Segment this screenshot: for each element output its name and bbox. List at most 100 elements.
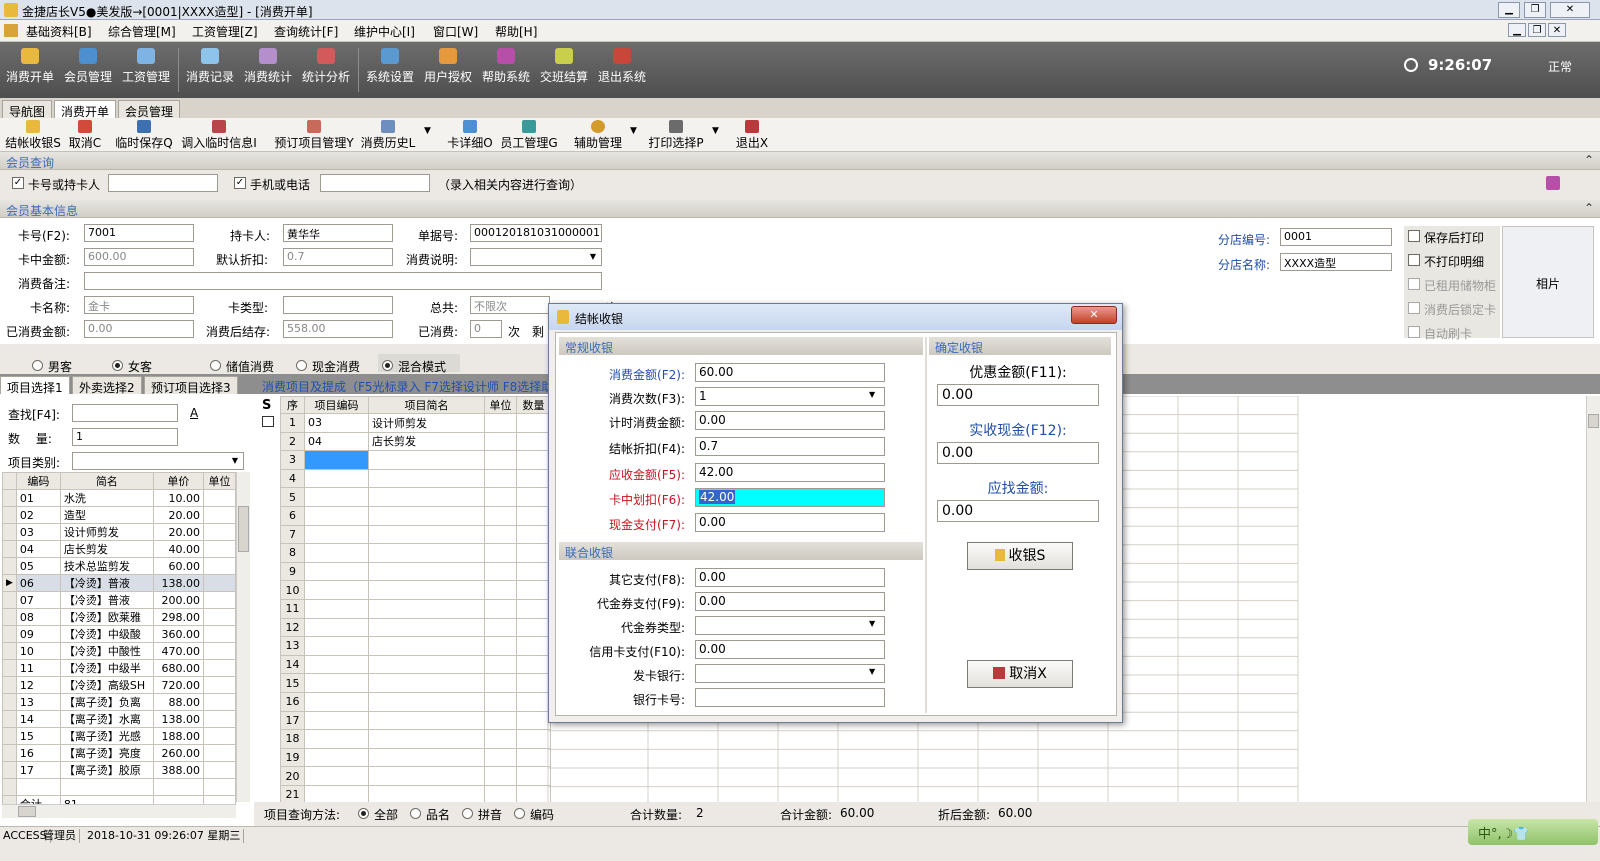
table-row[interactable]: 03 设计师剪发 20.00 (2, 523, 237, 541)
right-scrollbar[interactable] (1586, 396, 1600, 802)
cell-code[interactable] (304, 710, 369, 731)
table-row[interactable]: 16 【离子烫】亮度 260.00 (2, 744, 237, 762)
grid-col-header[interactable]: 项目简名 (368, 396, 485, 414)
child-close-button[interactable]: ✕ (1548, 23, 1566, 37)
menu-maintenance[interactable]: 维护中心[I] (354, 23, 415, 40)
grid-col-header[interactable]: 序 (280, 396, 305, 414)
restore-button[interactable]: ❐ (1524, 2, 1546, 18)
cell-code[interactable] (304, 487, 369, 507)
table-row[interactable]: 08 【冷烫】欧莱雅 298.00 (2, 608, 237, 626)
card-detail-button[interactable]: 卡详细O (446, 120, 494, 150)
staff-button[interactable]: 员工管理G (500, 120, 558, 150)
print-dropdown-icon[interactable]: ▼ (712, 126, 719, 136)
assist-button[interactable]: 辅助管理 (572, 120, 624, 150)
cell-code[interactable] (304, 561, 369, 582)
cell-code[interactable] (304, 654, 369, 675)
f2-input[interactable]: 60.00 (695, 363, 885, 382)
tab-item-select[interactable]: 项目选择1 (0, 376, 70, 395)
history-dropdown-icon[interactable]: ▼ (424, 126, 431, 136)
timer-input[interactable]: 0.00 (695, 411, 885, 430)
child-restore-button[interactable]: ❐ (1528, 23, 1546, 37)
table-row[interactable]: 17 【离子烫】胶原 388.00 (2, 761, 237, 779)
photo-box[interactable]: 相片 (1502, 226, 1594, 338)
menu-window[interactable]: 窗口[W] (433, 23, 478, 40)
bill-input[interactable]: 0001201810310000011 (470, 224, 602, 242)
table-row[interactable]: 15 (280, 673, 551, 693)
tab-consume[interactable]: 消费开单 (54, 100, 117, 119)
close-button[interactable]: ✕ (1550, 2, 1590, 18)
load-temp-button[interactable]: 调入临时信息I (178, 120, 260, 150)
bank-no-input[interactable] (695, 688, 885, 707)
table-row[interactable]: 13 (280, 636, 551, 656)
table-row[interactable]: 10 【冷烫】中酸性 470.00 (2, 642, 237, 660)
f12-input[interactable]: 0.00 (937, 442, 1099, 464)
table-row[interactable]: ▶ 06 【冷烫】普液 138.00 (2, 574, 237, 592)
cell-code[interactable] (304, 450, 369, 470)
f4-input[interactable]: 0.7 (695, 437, 885, 456)
card-holder-checkbox[interactable]: ✓ (12, 177, 24, 189)
grid-col-header[interactable]: 单位 (484, 396, 517, 414)
card-holder-input[interactable] (108, 174, 218, 192)
alpha-link[interactable]: A (190, 406, 198, 420)
f3-select[interactable]: 1 (695, 387, 885, 406)
cell-code[interactable] (304, 766, 369, 786)
menu-wage[interactable]: 工资管理[Z] (192, 23, 258, 40)
grid-col-header[interactable]: 数量 (516, 396, 551, 414)
table-row[interactable]: 6 (280, 505, 551, 526)
toolbar-exit[interactable]: 退出系统 (594, 48, 650, 96)
insert-row-icon[interactable] (262, 416, 274, 427)
book-icon[interactable] (1546, 176, 1560, 190)
menu-help[interactable]: 帮助[H] (495, 23, 537, 40)
voucher-type-select[interactable] (695, 616, 885, 635)
toolbar-shift[interactable]: 交班结算 (536, 48, 592, 96)
cell-code[interactable] (304, 524, 369, 545)
cell-code[interactable] (304, 543, 369, 563)
opt-no-print-detail[interactable] (1408, 254, 1420, 266)
grid-col-header[interactable]: 项目编码 (304, 396, 369, 414)
table-row[interactable]: 05 技术总监剪发 60.00 (2, 557, 237, 575)
cell-code[interactable] (304, 691, 369, 712)
cancel-checkout-button[interactable]: 取消X (967, 660, 1073, 688)
hscroll-thumb[interactable] (18, 806, 36, 817)
table-row[interactable]: 12 【冷烫】高级SH 720.00 (2, 676, 237, 694)
mode-mixed-radio[interactable] (382, 360, 393, 371)
holder-input[interactable]: 黄华华 (283, 224, 393, 242)
dialog-close-button[interactable]: ✕ (1071, 306, 1117, 324)
menu-general[interactable]: 综合管理[M] (108, 23, 176, 40)
method-all-radio[interactable] (358, 808, 369, 819)
table-row[interactable]: 2 04 店长剪发 (280, 431, 551, 452)
cell-code[interactable] (304, 580, 369, 600)
collapse-icon[interactable]: ⌃ (1584, 153, 1594, 167)
tab-nav[interactable]: 导航图 (2, 100, 53, 119)
cell-code[interactable] (304, 747, 369, 768)
method-name-radio[interactable] (410, 808, 421, 819)
table-row[interactable]: 07 【冷烫】普液 200.00 (2, 591, 237, 609)
table-row[interactable]: 10 (280, 580, 551, 600)
table-row[interactable]: 14 (280, 654, 551, 675)
exit-button[interactable]: 退出X (734, 120, 770, 150)
cell-code[interactable] (304, 617, 369, 638)
table-row[interactable]: 19 (280, 747, 551, 768)
chevron-down-icon[interactable]: ▼ (869, 390, 875, 399)
table-row[interactable]: 12 (280, 617, 551, 638)
card-no-input[interactable]: 7001 (84, 224, 194, 242)
cancel-button[interactable]: 取消C (66, 120, 104, 150)
table-row[interactable]: 1 03 设计师剪发 (280, 413, 551, 433)
find-input[interactable] (72, 404, 178, 422)
table-row[interactable]: 20 (280, 766, 551, 786)
table-row[interactable]: 15 【离子烫】光感 188.00 (2, 727, 237, 745)
toolbar-member[interactable]: 会员管理 (60, 48, 116, 96)
scroll-thumb[interactable] (1588, 414, 1599, 428)
f6-input[interactable]: 42.00 (695, 488, 885, 507)
table-row[interactable]: 14 【离子烫】水离 138.00 (2, 710, 237, 728)
chevron-down-icon[interactable]: ▼ (869, 619, 875, 628)
toolbar-consume[interactable]: 消费开单 (2, 48, 58, 96)
grid-scrollbar[interactable] (236, 472, 250, 802)
tab-takeout[interactable]: 外卖选择2 (72, 376, 142, 395)
grid-hscrollbar[interactable] (2, 804, 236, 818)
cell-code[interactable] (304, 468, 369, 489)
sort-icon[interactable]: S (262, 398, 271, 413)
minimize-button[interactable]: ▁ (1498, 2, 1520, 18)
f9-input[interactable]: 0.00 (695, 592, 885, 611)
grid-col-header[interactable]: 单价 (152, 472, 204, 490)
